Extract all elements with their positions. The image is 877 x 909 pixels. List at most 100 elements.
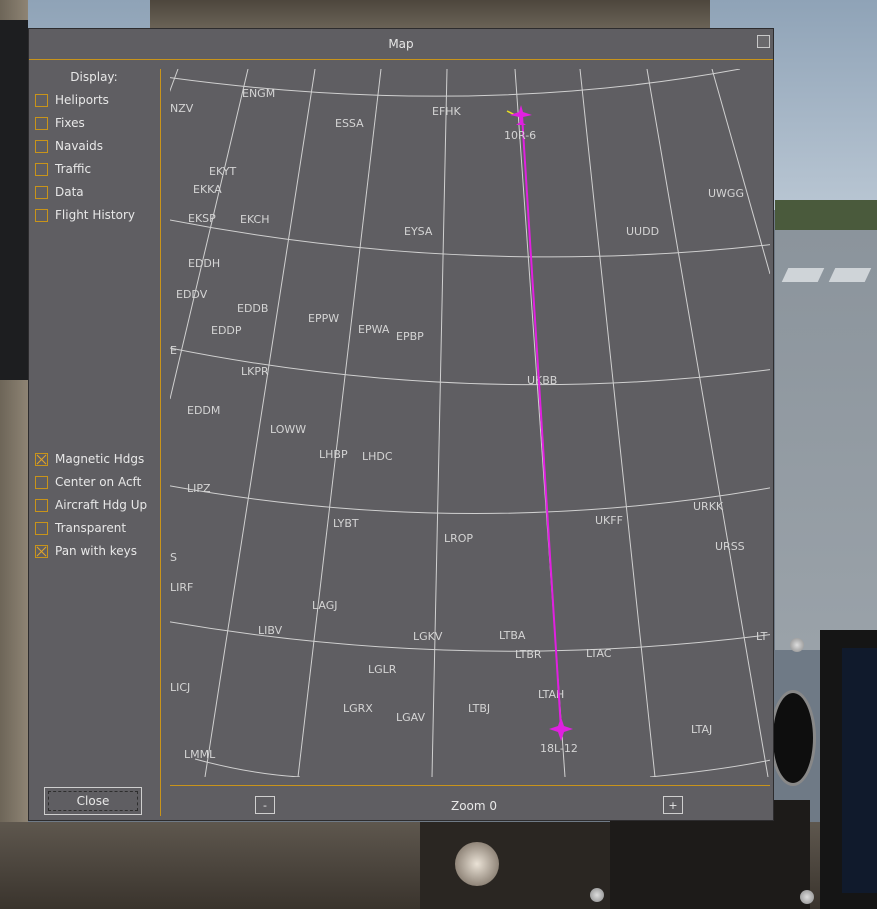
data-checkbox[interactable]: Data — [35, 184, 84, 200]
destination-runway-label: 18L-12 — [540, 742, 578, 755]
airport-label: E — [170, 344, 177, 357]
runway-marking — [781, 268, 825, 282]
cockpit-pillar — [0, 20, 28, 380]
checkbox-box[interactable] — [35, 498, 48, 512]
option-label: Magnetic Hdgs — [55, 452, 145, 466]
parallel-line — [649, 759, 770, 777]
airport-label: LROP — [444, 532, 473, 545]
checkbox-box[interactable] — [35, 185, 48, 199]
zoom-out-button[interactable]: - — [255, 796, 275, 814]
airport-label: EYSA — [404, 225, 433, 238]
meridian-line — [711, 69, 770, 275]
airport-label: UKFF — [595, 514, 623, 527]
option-label: Traffic — [55, 162, 92, 176]
airport-label: LOWW — [270, 423, 306, 436]
airport-label: LTBR — [515, 648, 542, 661]
option-label: Aircraft Hdg Up — [55, 498, 148, 512]
airport-label: LHBP — [319, 448, 348, 461]
airport-label: EPBP — [396, 330, 424, 343]
airport-label: LHDC — [362, 450, 393, 463]
destination-marker-icon — [549, 717, 573, 741]
airport-label: ESSA — [335, 117, 364, 130]
option-label: Transparent — [55, 521, 127, 535]
option-label: Heliports — [55, 93, 109, 107]
checkbox-box[interactable] — [35, 475, 48, 489]
airport-label: LMML — [184, 748, 216, 761]
airport-label: LYBT — [333, 517, 359, 530]
zoom-in-button[interactable]: + — [663, 796, 683, 814]
airport-label: EKKA — [193, 183, 222, 196]
sidebar-divider — [160, 69, 161, 816]
map-canvas[interactable]: NZV ENGM ESSA EFHK EKYT EKKA EKSP EKCH E… — [170, 69, 770, 777]
origin-runway-label: 10R-6 — [504, 129, 536, 142]
airport-label: LGRX — [343, 702, 373, 715]
magnetic-hdgs-checkbox[interactable]: Magnetic Hdgs — [35, 451, 144, 467]
airport-label: EKSP — [188, 212, 216, 225]
meridian-line — [579, 69, 656, 777]
pan-with-keys-checkbox[interactable]: Pan with keys — [35, 543, 137, 559]
checkbox-box[interactable] — [35, 116, 48, 130]
checkbox-box[interactable] — [35, 208, 48, 222]
cockpit-frame-top — [150, 0, 710, 28]
airport-label: EDDV — [176, 288, 208, 301]
airport-label: LTAH — [538, 688, 564, 701]
runway-background — [775, 230, 877, 650]
checkbox-box[interactable] — [35, 162, 48, 176]
map-graticule — [170, 69, 770, 777]
checkbox-box[interactable] — [35, 544, 48, 558]
airport-label: URSS — [715, 540, 745, 553]
center-on-acft-checkbox[interactable]: Center on Acft — [35, 474, 141, 490]
knob-icon — [590, 888, 604, 902]
aircraft-icon[interactable] — [506, 105, 532, 125]
airport-label: EDDM — [187, 404, 220, 417]
airport-label: LTBA — [499, 629, 526, 642]
airport-label: EDDB — [237, 302, 268, 315]
meridian-line — [431, 69, 448, 777]
map-dialog: Map Display: Heliports Fixes Navaids Tra… — [28, 28, 774, 821]
airport-label: LGLR — [368, 663, 397, 676]
close-button[interactable]: Close — [44, 787, 142, 815]
airport-label: LIRF — [170, 581, 193, 594]
airport-label: UWGG — [708, 187, 744, 200]
airport-label: LKPR — [241, 365, 269, 378]
brightness-knob-icon — [455, 842, 499, 886]
meridian-line — [170, 69, 249, 400]
airport-label: LAGJ — [312, 599, 337, 612]
aircraft-hdg-up-checkbox[interactable]: Aircraft Hdg Up — [35, 497, 147, 513]
title-bar: Map — [29, 29, 773, 60]
checkbox-box[interactable] — [35, 93, 48, 107]
heliports-checkbox[interactable]: Heliports — [35, 92, 109, 108]
instrument-display — [842, 648, 877, 893]
display-heading: Display: — [70, 70, 118, 84]
transparent-checkbox[interactable]: Transparent — [35, 520, 126, 536]
airport-label: EKCH — [240, 213, 270, 226]
minimize-button[interactable] — [757, 35, 770, 48]
airport-label: LT — [756, 630, 768, 643]
option-label: Center on Acft — [55, 475, 142, 489]
parallel-line — [194, 758, 301, 777]
airport-label: LIPZ — [187, 482, 211, 495]
airport-label: LICJ — [170, 681, 190, 694]
checkbox-box[interactable] — [35, 452, 48, 466]
fixes-checkbox[interactable]: Fixes — [35, 115, 85, 131]
checkbox-box[interactable] — [35, 139, 48, 153]
airport-label: S — [170, 551, 177, 564]
map-bottom-divider — [170, 785, 770, 786]
option-label: Flight History — [55, 208, 136, 222]
airport-label: URKK — [693, 500, 724, 513]
option-label: Data — [55, 185, 84, 199]
airport-label: EKYT — [209, 165, 236, 178]
navaids-checkbox[interactable]: Navaids — [35, 138, 103, 154]
dialog-title: Map — [388, 37, 414, 51]
map-svg[interactable]: NZV ENGM ESSA EFHK EKYT EKKA EKSP EKCH E… — [170, 69, 770, 777]
traffic-checkbox[interactable]: Traffic — [35, 161, 91, 177]
airport-label: LTAJ — [691, 723, 712, 736]
parallel-line — [170, 485, 770, 514]
knob-icon — [800, 890, 814, 904]
airport-label: EFHK — [432, 105, 462, 118]
checkbox-box[interactable] — [35, 521, 48, 535]
option-label: Fixes — [55, 116, 85, 130]
airport-label: EPPW — [308, 312, 339, 325]
flight-history-checkbox[interactable]: Flight History — [35, 207, 135, 223]
knob-icon — [790, 638, 804, 652]
